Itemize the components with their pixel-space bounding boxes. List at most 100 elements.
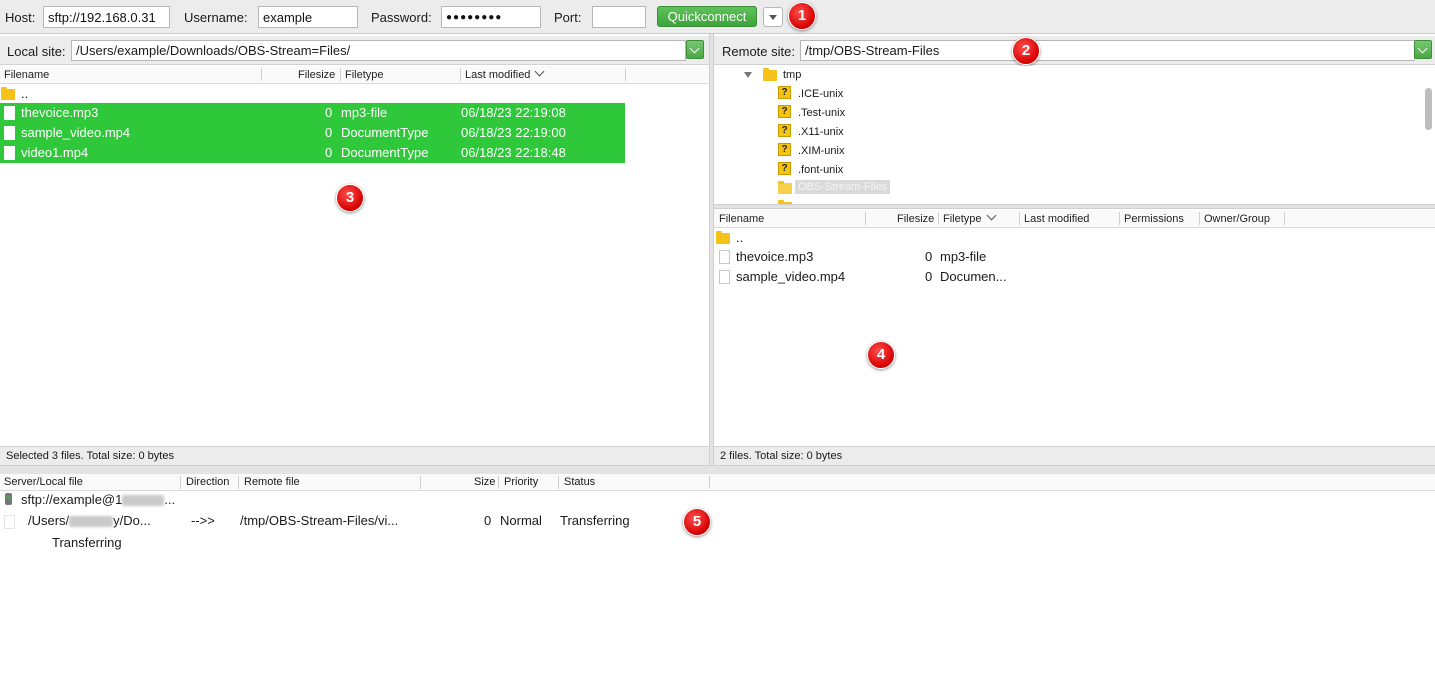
chevron-down-icon [689, 43, 700, 54]
queue-splitter[interactable] [0, 465, 1435, 474]
column-priority[interactable]: Priority [504, 476, 538, 488]
column-filename[interactable]: Filename [4, 69, 49, 81]
file-size: 0 [325, 105, 333, 120]
unknown-folder-icon: ? [778, 162, 791, 175]
queue-local-prefix: /Users/ [28, 513, 70, 528]
queue-column-header: Server/Local file Direction Remote file … [0, 474, 1435, 491]
redacted-text [69, 516, 114, 528]
column-server-local-file[interactable]: Server/Local file [4, 476, 83, 488]
local-status-text: Selected 3 files. Total size: 0 bytes [6, 450, 174, 462]
callout-badge-1: 1 [788, 2, 816, 30]
file-type: DocumentType [341, 145, 429, 160]
quickconnect-button[interactable]: Quickconnect [657, 6, 757, 27]
file-type: mp3-file [341, 105, 388, 120]
tree-item[interactable]: .Test-unix [798, 107, 845, 119]
local-site-dropdown[interactable] [686, 40, 704, 59]
tree-scrollbar[interactable] [1425, 88, 1432, 130]
password-label: Password: [371, 10, 432, 25]
parent-directory-label: .. [736, 230, 744, 245]
quickconnect-history-dropdown[interactable] [763, 7, 783, 27]
folder-open-icon [778, 181, 792, 194]
parent-directory-row[interactable]: .. [0, 84, 625, 104]
port-input[interactable] [592, 6, 646, 28]
chevron-down-icon [1417, 43, 1428, 54]
sort-descending-icon [986, 210, 996, 221]
column-filename[interactable]: Filename [719, 213, 764, 225]
remote-site-dropdown[interactable] [1414, 40, 1432, 59]
file-name: video1.mp4 [21, 145, 89, 160]
local-site-label: Local site: [7, 44, 66, 59]
file-modified: 06/18/23 22:18:48 [461, 145, 566, 160]
file-icon [4, 515, 15, 529]
queue-local-file: /Users/y/Do... [28, 513, 151, 528]
column-size[interactable]: Size [474, 476, 495, 488]
file-icon [4, 146, 15, 160]
file-name: sample_video.mp4 [21, 125, 131, 140]
host-input[interactable]: sftp://192.168.0.31 [43, 6, 170, 28]
tree-item[interactable]: .ICE-unix [798, 88, 843, 100]
file-size: 0 [325, 145, 333, 160]
file-size: 0 [925, 269, 933, 284]
file-name: sample_video.mp4 [736, 269, 846, 284]
file-icon [4, 106, 15, 120]
queue-status: Transferring [560, 513, 630, 528]
local-site-path-input[interactable]: /Users/example/Downloads/OBS-Stream=File… [71, 40, 686, 61]
column-filetype-label: Filetype [943, 213, 982, 225]
column-direction[interactable]: Direction [186, 476, 229, 488]
callout-badge-3: 3 [336, 184, 364, 212]
table-row[interactable]: sample_video.mp4 0 DocumentType 06/18/23… [0, 123, 625, 143]
file-name: thevoice.mp3 [21, 105, 99, 120]
table-row[interactable]: video1.mp4 0 DocumentType 06/18/23 22:18… [0, 143, 625, 163]
column-last-modified[interactable]: Last modified [465, 66, 545, 81]
collapse-arrow-icon[interactable] [744, 72, 752, 78]
username-input[interactable]: example [258, 6, 358, 28]
file-type: DocumentType [341, 125, 429, 140]
remote-site-path-input[interactable]: /tmp/OBS-Stream-Files [800, 40, 1415, 61]
file-name: thevoice.mp3 [736, 249, 814, 264]
file-icon [4, 126, 15, 140]
column-filetype[interactable]: Filetype [345, 69, 384, 81]
column-filetype[interactable]: Filetype [943, 210, 996, 225]
column-filesize[interactable]: Filesize [298, 69, 335, 81]
quickconnect-bar: Host: sftp://192.168.0.31 Username: exam… [0, 0, 1435, 34]
unknown-folder-icon: ? [778, 124, 791, 137]
remote-status-text: 2 files. Total size: 0 bytes [720, 450, 843, 462]
password-input[interactable]: ●●●●●●●● [441, 6, 541, 28]
tree-item[interactable]: .X11-unix [798, 126, 844, 138]
remote-pane-splitter[interactable] [714, 204, 1435, 209]
file-modified: 06/18/23 22:19:00 [461, 125, 566, 140]
remote-site-bar: Remote site: /tmp/OBS-Stream-Files [714, 36, 1435, 65]
column-status[interactable]: Status [564, 476, 595, 488]
queue-priority: Normal [500, 513, 542, 528]
queue-size: 0 [484, 513, 492, 528]
table-row[interactable]: thevoice.mp3 0 mp3-file 06/18/23 22:19:0… [0, 103, 625, 123]
parent-directory-label: .. [21, 86, 29, 101]
column-filesize[interactable]: Filesize [897, 213, 934, 225]
server-icon [5, 493, 12, 505]
table-row[interactable]: sample_video.mp4 0 Documen... [714, 267, 1435, 287]
file-size: 0 [325, 125, 333, 140]
table-row[interactable]: thevoice.mp3 0 mp3-file [714, 247, 1435, 267]
column-last-modified[interactable]: Last modified [1024, 213, 1089, 225]
tree-item[interactable]: .font-unix [798, 164, 843, 176]
username-label: Username: [184, 10, 248, 25]
local-column-header: Filename Filesize Filetype Last modified [0, 66, 709, 84]
port-label: Port: [554, 10, 582, 25]
tree-item-tmp[interactable]: tmp [783, 69, 801, 81]
tree-item[interactable]: .XIM-unix [798, 145, 844, 157]
column-remote-file[interactable]: Remote file [244, 476, 300, 488]
file-icon [719, 270, 730, 284]
redacted-text [122, 495, 165, 507]
parent-directory-row[interactable]: .. [714, 228, 1435, 248]
transfer-progress-text: Transferring [52, 535, 122, 550]
queue-server-entry[interactable]: sftp://example@1... [21, 492, 175, 507]
folder-icon [1, 87, 15, 100]
column-owner-group[interactable]: Owner/Group [1204, 213, 1270, 225]
file-size: 0 [925, 249, 933, 264]
tree-item-selected[interactable]: OBS-Stream-Files [795, 180, 891, 194]
local-file-list: Filename Filesize Filetype Last modified… [0, 66, 709, 446]
file-icon [719, 250, 730, 264]
callout-badge-5: 5 [683, 508, 711, 536]
sort-descending-icon [534, 66, 545, 77]
column-permissions[interactable]: Permissions [1124, 213, 1184, 225]
